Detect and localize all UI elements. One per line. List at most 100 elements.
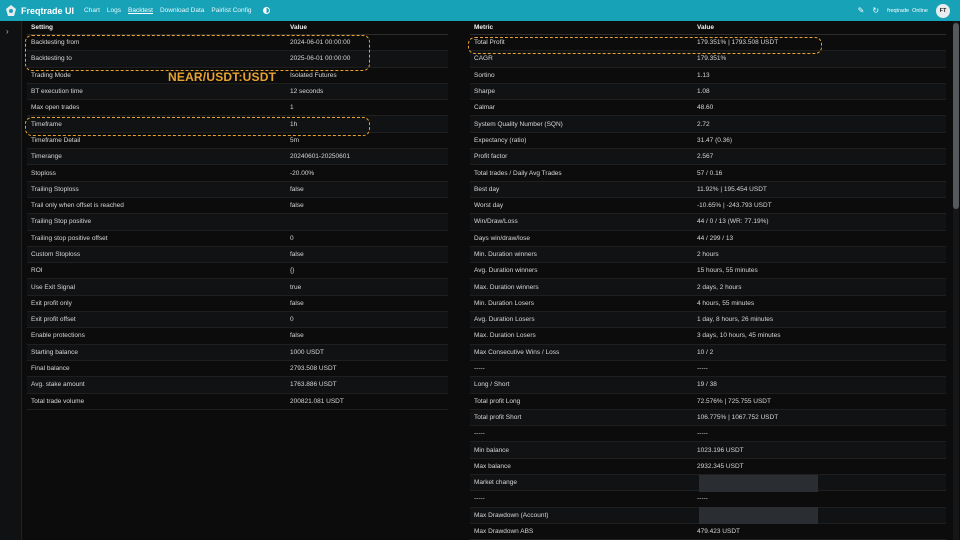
app-title[interactable]: Freqtrade UI: [21, 6, 74, 16]
row-value: 3 days, 10 hours, 45 minutes: [697, 332, 781, 340]
row-value: 1763.886 USDT: [290, 381, 337, 389]
metrics-row: ----- -----: [470, 361, 946, 378]
row-value: 106.775% | 1067.752 USDT: [697, 413, 779, 421]
nav-link-logs[interactable]: Logs: [107, 7, 121, 14]
metrics-row: Long / Short 19 / 38: [470, 377, 946, 394]
row-label: -----: [474, 365, 485, 373]
row-label: Total trades / Daily Avg Trades: [474, 169, 562, 177]
settings-row: Final balance 2793.508 USDT: [27, 361, 448, 378]
bot-selector[interactable]: freqtrade Online: [887, 8, 928, 14]
row-value: 4 hours, 55 minutes: [697, 299, 755, 307]
settings-row: ROI {}: [27, 263, 448, 280]
settings-row: Max open trades 1: [27, 100, 448, 117]
row-value: 12 seconds: [290, 88, 324, 96]
row-label: Custom Stoploss: [31, 251, 81, 258]
row-value: 11.92% | 195.454 USDT: [697, 185, 767, 193]
settings-row: Trail only when offset is reached false: [27, 198, 448, 215]
row-label: ROI: [31, 267, 43, 275]
top-navbar: Freqtrade UI Chart Logs Backtest Downloa…: [0, 0, 960, 21]
column-header[interactable]: Setting: [27, 24, 290, 31]
metrics-row: Total Profit 179.351% | 1793.508 USDT: [470, 35, 946, 52]
row-value: 1h: [290, 120, 298, 128]
nav-link-backtest[interactable]: Backtest: [128, 7, 153, 14]
row-label: Backtesting to: [31, 55, 72, 63]
metrics-row: Profit factor 2.567: [470, 149, 946, 166]
metrics-row: Days win/draw/lose 44 / 299 / 13: [470, 231, 946, 247]
metrics-row: Avg. Duration winners 15 hours, 55 minute…: [470, 263, 946, 280]
refresh-icon[interactable]: ↻: [872, 6, 879, 15]
table-header: Metric Value: [470, 21, 946, 35]
row-label: Total trade volume: [31, 397, 85, 405]
row-label: Total profit Long: [474, 397, 521, 405]
sidebar-toggle[interactable]: ›: [0, 21, 22, 540]
settings-row: Total trade volume 200821.081 USDT: [27, 394, 448, 410]
row-label: Max Consecutive Wins / Loss: [474, 348, 560, 356]
user-avatar[interactable]: FT: [936, 3, 950, 18]
column-header[interactable]: Value: [290, 24, 307, 31]
column-header[interactable]: Metric: [470, 24, 697, 31]
row-label: Best day: [474, 185, 500, 193]
row-value: 20240601-20250601: [290, 153, 351, 161]
nav-link-pairlist-config[interactable]: Pairlist Config: [211, 7, 251, 14]
metrics-row: Worst day -10.65% | -243.793 USDT: [470, 198, 946, 215]
row-value: false: [290, 202, 304, 210]
metrics-row: Calmar 48.60: [470, 100, 946, 117]
row-label: Trailing stop positive offset: [31, 234, 108, 242]
row-value: 2 hours: [697, 251, 719, 258]
row-value: 2793.508 USDT: [290, 365, 337, 373]
row-value: 179.351% | 1793.508 USDT: [697, 39, 779, 47]
row-value: 1.13: [697, 71, 710, 79]
settings-row: Trailing Stop positive: [27, 214, 448, 231]
row-value: 2 days, 2 hours: [697, 283, 742, 291]
settings-row: Timeframe 1h: [27, 116, 448, 133]
settings-row: Custom Stoploss false: [27, 246, 448, 264]
column-header[interactable]: Value: [697, 24, 714, 31]
row-label: Total Profit: [474, 39, 505, 47]
row-value: 1000 USDT: [290, 348, 324, 356]
metrics-row: Expectancy (ratio) 31.47 (0.36): [470, 133, 946, 150]
row-value: true: [290, 283, 302, 291]
settings-row: Timerange 20240601-20250601: [27, 149, 448, 166]
metrics-row: Total profit Short 106.775% | 1067.752 US…: [470, 409, 946, 427]
row-label: Exit profit offset: [31, 316, 76, 324]
row-label: Expectancy (ratio): [474, 136, 527, 144]
row-value: 44 / 0 / 13 (WR: 77.19%): [697, 218, 769, 226]
settings-row: Avg. stake amount 1763.886 USDT: [27, 377, 448, 394]
settings-row: Use Exit Signal true: [27, 279, 448, 296]
row-label: Min. Duration winners: [474, 251, 537, 258]
pin-icon[interactable]: ✎: [858, 6, 865, 15]
row-value: -----: [697, 365, 708, 373]
row-label: Trail only when offset is reached: [31, 202, 124, 210]
row-value: -----: [697, 430, 708, 438]
row-label: Profit factor: [474, 153, 508, 161]
row-label: Sortino: [474, 71, 495, 79]
nav-link-download-data[interactable]: Download Data: [160, 7, 204, 14]
theme-toggle-icon[interactable]: [262, 7, 270, 14]
settings-row: Enable protections false: [27, 328, 448, 345]
row-value: 10 / 2: [697, 348, 714, 356]
metrics-row: Avg. Duration Losers 1 day, 8 hours, 26 m…: [470, 312, 946, 329]
bot-status: Online: [912, 7, 928, 14]
row-value: false: [290, 332, 304, 340]
settings-row: Backtesting from 2024-06-01 00:00:00: [27, 35, 448, 52]
row-label: Max. Duration Losers: [474, 332, 536, 340]
nav-links: Chart Logs Backtest Download Data Pairli…: [84, 7, 270, 14]
row-value: 179.351%: [697, 55, 727, 63]
pair-annotation: NEAR/USDT:USDT: [168, 70, 277, 84]
row-label: Exit profit only: [31, 299, 72, 307]
metrics-row: Best day 11.92% | 195.454 USDT: [470, 181, 946, 198]
row-value: 57 / 0.16: [697, 169, 723, 177]
row-value: 1023.196 USDT: [697, 446, 744, 454]
metrics-row: Min balance 1023.196 USDT: [470, 442, 946, 459]
row-value: 2.567: [697, 153, 714, 161]
row-value: 2932.345 USDT: [697, 462, 744, 470]
bot-name: freqtrade: [887, 7, 910, 14]
metrics-row: ----- -----: [470, 491, 946, 508]
scrollbar-thumb[interactable]: [953, 23, 959, 209]
row-label: Min balance: [474, 446, 510, 454]
nav-right: ✎ ↻ freqtrade Online FT: [858, 0, 950, 21]
settings-row: Trailing stop positive offset 0: [27, 231, 448, 247]
row-value: 15 hours, 55 minutes: [697, 267, 758, 275]
nav-link-chart[interactable]: Chart: [84, 7, 100, 14]
page-scrollbar[interactable]: [953, 21, 959, 540]
